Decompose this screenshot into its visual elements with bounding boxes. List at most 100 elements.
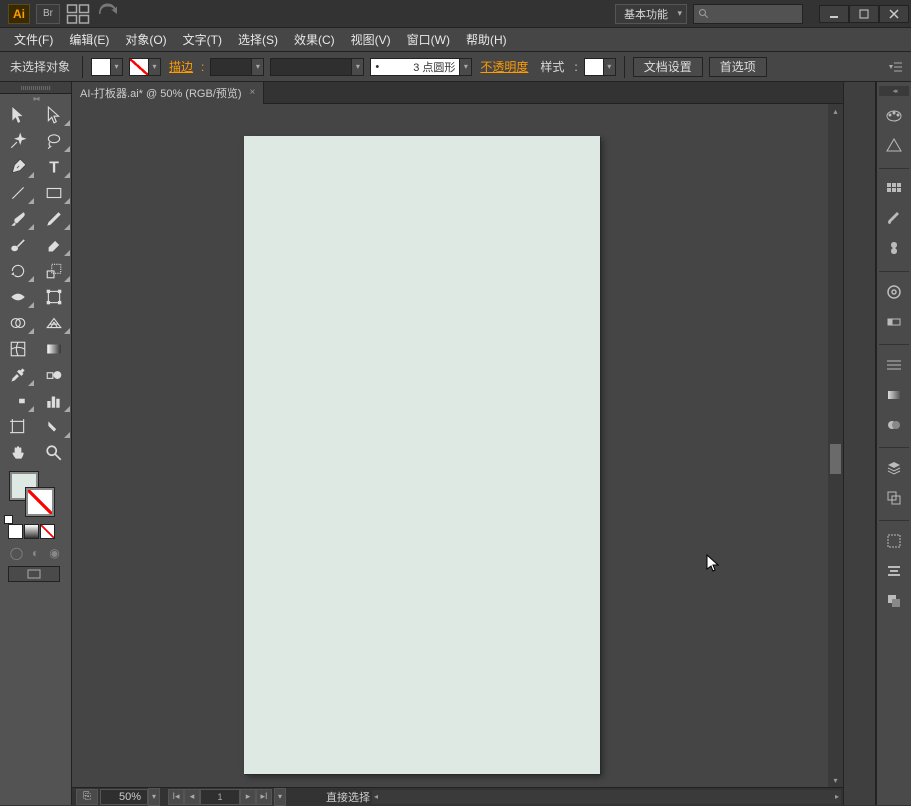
stroke-color-swatch[interactable] <box>26 488 54 516</box>
close-tab-icon[interactable]: × <box>250 87 256 98</box>
minimize-button[interactable] <box>819 5 849 23</box>
pathfinder-panel-icon[interactable] <box>880 587 908 615</box>
document-tab[interactable]: AI-打板器.ai* @ 50% (RGB/预览) × <box>72 82 264 104</box>
preferences-button[interactable]: 首选项 <box>709 57 767 77</box>
control-panel-menu-icon[interactable] <box>887 59 905 75</box>
scale-tool[interactable] <box>36 258 72 284</box>
scroll-up-icon[interactable]: ▴ <box>828 104 843 118</box>
document-setup-button[interactable]: 文档设置 <box>633 57 703 77</box>
gradient-mode-button[interactable] <box>24 524 39 539</box>
zoom-level-input[interactable]: 50% <box>100 789 148 805</box>
shape-builder-tool[interactable] <box>0 310 36 336</box>
maximize-button[interactable] <box>849 5 879 23</box>
eyedropper-tool[interactable] <box>0 362 36 388</box>
eraser-tool[interactable] <box>36 232 72 258</box>
canvas-area[interactable]: ▴ ▾ <box>72 104 843 787</box>
style-dd[interactable]: ▾ <box>604 58 616 76</box>
free-transform-tool[interactable] <box>36 284 72 310</box>
graphic-styles-panel-icon[interactable] <box>880 411 908 439</box>
transform-panel-icon[interactable] <box>880 527 908 555</box>
tools-panel-header[interactable] <box>0 82 71 94</box>
menu-view[interactable]: 视图(V) <box>345 29 397 50</box>
line-tool[interactable] <box>0 180 36 206</box>
artboard-number-input[interactable]: 1 <box>200 789 240 805</box>
artboard[interactable] <box>244 136 600 774</box>
bridge-button[interactable]: Br <box>36 4 60 24</box>
stroke-swatch[interactable] <box>129 58 149 76</box>
column-graph-tool[interactable] <box>36 388 72 414</box>
stroke-dropdown[interactable]: ▾ <box>149 58 161 76</box>
direct-selection-tool[interactable] <box>36 102 72 128</box>
panel-collapse-grip[interactable] <box>879 86 909 96</box>
prev-artboard-button[interactable]: ◂ <box>184 789 200 805</box>
draw-behind-icon[interactable]: ◐ <box>27 545 44 560</box>
fill-dropdown[interactable]: ▾ <box>111 58 123 76</box>
appearance-panel-icon[interactable] <box>880 381 908 409</box>
stroke-link[interactable]: 描边 <box>167 58 195 75</box>
menu-select[interactable]: 选择(S) <box>232 29 284 50</box>
paintbrush-tool[interactable] <box>0 206 36 232</box>
scrollbar-thumb[interactable] <box>830 444 841 474</box>
next-artboard-button[interactable]: ▸ <box>240 789 256 805</box>
menu-object[interactable]: 对象(O) <box>119 29 172 50</box>
align-panel-icon[interactable] <box>880 557 908 585</box>
gpu-preview-button[interactable]: ⎘ <box>76 789 98 805</box>
artboard-tool[interactable] <box>0 414 36 440</box>
stroke-panel-icon[interactable] <box>880 278 908 306</box>
menu-help[interactable]: 帮助(H) <box>460 29 513 50</box>
swatches-panel-icon[interactable] <box>880 175 908 203</box>
graphic-style-swatch[interactable] <box>584 58 604 76</box>
var-width-dd[interactable]: ▾ <box>352 58 364 76</box>
slice-tool[interactable] <box>36 414 72 440</box>
close-button[interactable] <box>879 5 909 23</box>
none-mode-button[interactable] <box>40 524 55 539</box>
zoom-tool[interactable] <box>36 440 72 466</box>
selection-tool[interactable] <box>0 102 36 128</box>
artboards-panel-icon[interactable] <box>880 484 908 512</box>
layers-panel-icon[interactable] <box>880 454 908 482</box>
perspective-grid-tool[interactable] <box>36 310 72 336</box>
blob-brush-tool[interactable] <box>0 232 36 258</box>
menu-type[interactable]: 文字(T) <box>177 29 228 50</box>
arrange-documents-icon[interactable] <box>66 4 90 24</box>
search-input[interactable] <box>693 4 803 24</box>
type-tool[interactable]: T <box>36 154 72 180</box>
draw-inside-icon[interactable]: ◉ <box>46 545 63 560</box>
symbol-sprayer-tool[interactable] <box>0 388 36 414</box>
stroke-weight-dd[interactable]: ▾ <box>252 58 264 76</box>
rotate-tool[interactable] <box>0 258 36 284</box>
menu-effect[interactable]: 效果(C) <box>288 29 341 50</box>
gradient-tool[interactable] <box>36 336 72 362</box>
fill-swatch[interactable] <box>91 58 111 76</box>
gradient-panel-icon[interactable] <box>880 308 908 336</box>
transparency-panel-icon[interactable] <box>880 351 908 379</box>
vertical-scrollbar[interactable]: ▴ ▾ <box>828 104 843 787</box>
last-artboard-button[interactable]: ▸I <box>256 789 272 805</box>
brush-dd[interactable]: ▾ <box>460 58 472 76</box>
color-panel-icon[interactable] <box>880 102 908 130</box>
pen-tool[interactable] <box>0 154 36 180</box>
default-fill-stroke-icon[interactable] <box>4 515 13 524</box>
rectangle-tool[interactable] <box>36 180 72 206</box>
menu-edit[interactable]: 编辑(E) <box>63 29 115 50</box>
color-guide-panel-icon[interactable] <box>880 132 908 160</box>
sync-icon[interactable] <box>96 4 120 24</box>
var-width-profile[interactable] <box>270 58 352 76</box>
screen-mode-button[interactable] <box>8 566 60 582</box>
scroll-down-icon[interactable]: ▾ <box>828 773 843 787</box>
zoom-dropdown[interactable]: ▾ <box>148 788 160 806</box>
hand-tool[interactable] <box>0 440 36 466</box>
horizontal-scrollbar[interactable] <box>372 790 841 804</box>
symbols-panel-icon[interactable] <box>880 235 908 263</box>
color-mode-button[interactable] <box>8 524 23 539</box>
tools-collapse-grip[interactable] <box>0 94 71 102</box>
artboard-dropdown[interactable]: ▾ <box>274 788 286 806</box>
workspace-switcher[interactable]: 基本功能 <box>615 4 687 24</box>
menu-window[interactable]: 窗口(W) <box>401 29 456 50</box>
menu-file[interactable]: 文件(F) <box>8 29 59 50</box>
opacity-link[interactable]: 不透明度 <box>478 58 530 75</box>
brush-definition[interactable]: •3 点圆形 <box>370 58 460 76</box>
magic-wand-tool[interactable] <box>0 128 36 154</box>
draw-normal-icon[interactable]: ◯ <box>8 545 25 560</box>
brushes-panel-icon[interactable] <box>880 205 908 233</box>
